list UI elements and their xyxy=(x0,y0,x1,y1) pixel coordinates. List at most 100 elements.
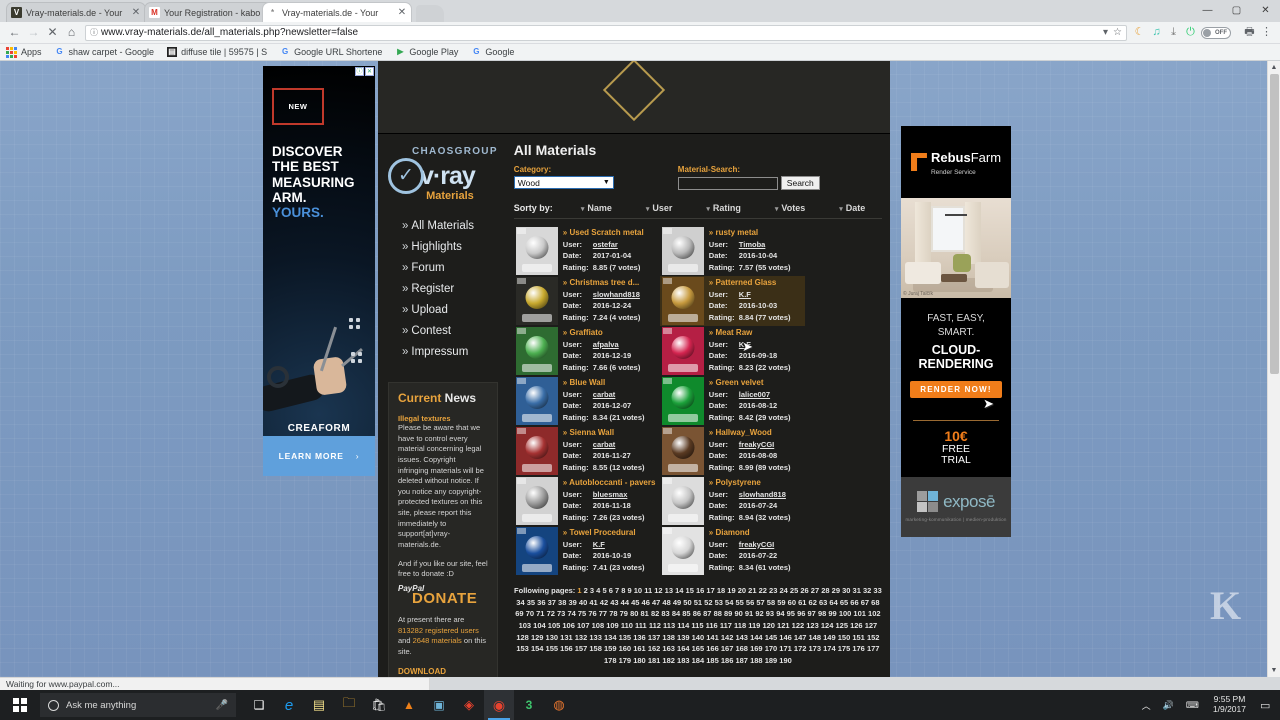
page-info-icon[interactable]: ⓘ xyxy=(90,27,98,38)
material-user[interactable]: lalice007 xyxy=(739,390,770,399)
page-link[interactable]: 158 xyxy=(589,644,602,653)
material-item[interactable]: » Graffiato User: afpalva Date: 2016-12-19 Ra… xyxy=(514,326,659,376)
material-name[interactable]: » Patterned Glass xyxy=(709,278,803,287)
page-link[interactable]: 153 xyxy=(516,644,529,653)
cortana-search-box[interactable]: Ask me anything 🎤 xyxy=(40,693,236,717)
page-link[interactable]: 137 xyxy=(648,633,661,642)
taskbar-3ds-max-icon[interactable]: 3 xyxy=(514,690,544,720)
page-link[interactable]: 127 xyxy=(865,621,878,630)
material-name[interactable]: » Graffiato xyxy=(563,328,657,337)
taskbar-task-view-icon[interactable]: ❑ xyxy=(244,690,274,720)
page-link[interactable]: 24 xyxy=(779,586,787,595)
ad-learn-more-button[interactable]: LEARN MORE › xyxy=(263,436,375,476)
material-item[interactable]: » Diamond User: freakyCGI Date: 2016-07-22 Ra… xyxy=(660,526,805,576)
page-link[interactable]: 55 xyxy=(735,598,743,607)
new-tab-button[interactable] xyxy=(416,5,444,22)
page-link[interactable]: 48 xyxy=(662,598,670,607)
extension-toggle-off[interactable]: OFF xyxy=(1201,26,1231,39)
material-user[interactable]: freakyCGI xyxy=(739,540,774,549)
page-link[interactable]: 172 xyxy=(794,644,807,653)
bookmark-star-icon[interactable]: ☆ xyxy=(1113,27,1122,38)
page-link[interactable]: 15 xyxy=(686,586,694,595)
page-link[interactable]: 164 xyxy=(677,644,690,653)
page-link[interactable]: 140 xyxy=(692,633,705,642)
page-link[interactable]: 181 xyxy=(648,656,661,665)
page-link[interactable]: 85 xyxy=(682,609,690,618)
page-link[interactable]: 151 xyxy=(852,633,865,642)
bookmark-google-play[interactable]: ▶ Google Play xyxy=(395,47,458,57)
material-user[interactable]: ostefar xyxy=(593,240,618,249)
back-icon[interactable]: ← xyxy=(5,23,24,42)
page-link[interactable]: 122 xyxy=(792,621,805,630)
page-link[interactable]: 119 xyxy=(748,621,760,630)
omnibox-dropdown-icon[interactable]: ▾ xyxy=(1103,27,1108,38)
keyboard-icon[interactable]: ⌨ xyxy=(1180,700,1205,711)
page-link[interactable]: 109 xyxy=(606,621,619,630)
page-link[interactable]: 73 xyxy=(557,609,565,618)
page-link[interactable]: 105 xyxy=(548,621,561,630)
material-item[interactable]: » rusty metal User: Timoba Date: 2016-10-04 R… xyxy=(660,226,805,276)
page-link[interactable]: 168 xyxy=(735,644,748,653)
page-link[interactable]: 89 xyxy=(724,609,732,618)
page-link[interactable]: 188 xyxy=(750,656,763,665)
material-item[interactable]: » Meat Raw User: K.F Date: 2016-09-18 Rating:… xyxy=(660,326,805,376)
material-thumbnail[interactable] xyxy=(661,277,704,325)
page-link[interactable]: 94 xyxy=(776,609,784,618)
page-link[interactable]: 52 xyxy=(704,598,712,607)
taskbar-file-explorer-icon[interactable]: 🗀 xyxy=(334,690,364,720)
material-thumbnail[interactable] xyxy=(515,377,558,425)
page-link[interactable]: 180 xyxy=(633,656,646,665)
page-link[interactable]: 56 xyxy=(746,598,754,607)
page-link[interactable]: 116 xyxy=(706,621,718,630)
page-link[interactable]: 185 xyxy=(706,656,719,665)
page-link[interactable]: 152 xyxy=(867,633,880,642)
page-link[interactable]: 26 xyxy=(800,586,808,595)
headphones-icon[interactable]: ♫ xyxy=(1148,24,1165,41)
page-link[interactable]: 121 xyxy=(777,621,790,630)
page-link[interactable]: 111 xyxy=(635,621,647,630)
bookmark-google[interactable]: G Google xyxy=(471,47,514,57)
page-link[interactable]: 159 xyxy=(604,644,617,653)
page-link[interactable]: 33 xyxy=(873,586,881,595)
page-link[interactable]: 82 xyxy=(651,609,659,618)
page-link[interactable]: 32 xyxy=(863,586,871,595)
page-link[interactable]: 34 xyxy=(516,598,524,607)
page-link[interactable]: 11 xyxy=(644,586,652,595)
page-link[interactable]: 148 xyxy=(809,633,822,642)
browser-tab-3-active[interactable]: * Vray-materials.de - Your ✕ xyxy=(262,2,412,22)
page-link[interactable]: 142 xyxy=(721,633,734,642)
pagination-numbers[interactable]: 1 2 3 4 5 6 7 8 9 10 11 12 13 14 15 16 1… xyxy=(515,586,882,665)
page-link[interactable]: 66 xyxy=(850,598,858,607)
page-link[interactable]: 104 xyxy=(533,621,546,630)
page-link[interactable]: 83 xyxy=(661,609,669,618)
page-link[interactable]: 22 xyxy=(759,586,767,595)
page-link[interactable]: 20 xyxy=(738,586,746,595)
bookmark-apps[interactable]: Apps xyxy=(6,46,42,58)
page-link[interactable]: 68 xyxy=(871,598,879,607)
page-link[interactable]: 57 xyxy=(756,598,764,607)
page-link[interactable]: 150 xyxy=(838,633,851,642)
page-link[interactable]: 40 xyxy=(579,598,587,607)
material-name[interactable]: » Diamond xyxy=(709,528,803,537)
page-link[interactable]: 118 xyxy=(734,621,746,630)
page-link[interactable]: 161 xyxy=(633,644,646,653)
page-link[interactable]: 156 xyxy=(560,644,573,653)
page-link[interactable]: 98 xyxy=(818,609,826,618)
home-icon[interactable]: ⌂ xyxy=(62,23,81,42)
page-link[interactable]: 143 xyxy=(735,633,748,642)
page-link[interactable]: 44 xyxy=(621,598,629,607)
page-link[interactable]: 160 xyxy=(619,644,632,653)
page-link[interactable]: 35 xyxy=(527,598,535,607)
page-link[interactable]: 1 xyxy=(577,586,581,595)
page-link[interactable]: 10 xyxy=(634,586,642,595)
page-link[interactable]: 78 xyxy=(609,609,617,618)
material-name[interactable]: » Autobloccanti - pavers xyxy=(563,478,657,487)
page-link[interactable]: 123 xyxy=(806,621,819,630)
taskbar-edge-icon[interactable]: e xyxy=(274,690,304,720)
expose-advertisement[interactable]: exposē marketing-kommunikation | medien-… xyxy=(901,476,1011,537)
material-name[interactable]: » Polystyrene xyxy=(709,478,803,487)
page-link[interactable]: 60 xyxy=(788,598,796,607)
sidebar-item-all-materials[interactable]: » All Materials xyxy=(388,215,498,236)
page-link[interactable]: 3 xyxy=(590,586,594,595)
page-link[interactable]: 131 xyxy=(560,633,573,642)
